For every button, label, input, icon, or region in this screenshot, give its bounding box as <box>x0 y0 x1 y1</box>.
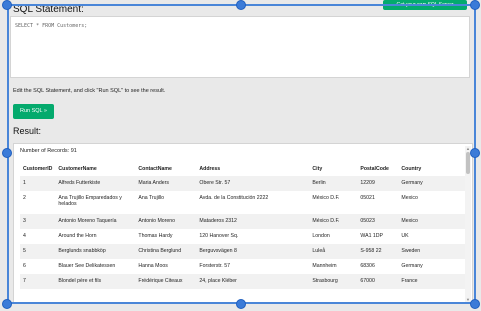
table-cell: 4 <box>23 233 26 239</box>
table-cell: Frédérique Citeaux <box>135 274 197 289</box>
table-cell: Germany <box>398 176 465 191</box>
table-cell: Avda. de la Constitución 2222 <box>199 195 269 201</box>
resize-handle-icon[interactable] <box>2 0 12 10</box>
column-header: PostalCode <box>360 166 389 172</box>
table-cell: Berglunds snabbköp <box>55 244 136 259</box>
table-cell: Christina Berglund <box>135 244 197 259</box>
sql-code-text[interactable]: SELECT * FROM Customers; <box>15 23 87 29</box>
table-cell: Berguvsvägen 8 <box>196 244 310 259</box>
table-cell: Hanna Moos <box>138 263 168 269</box>
column-header: CustomerName <box>58 166 97 172</box>
table-cell: Blondel père et fils <box>55 274 136 289</box>
table-cell: WA1 1DP <box>360 233 383 239</box>
resize-handle-icon[interactable] <box>470 148 480 158</box>
table-cell: 24, place Kléber <box>196 274 310 289</box>
record-count: Number of Records: 91 <box>20 148 77 154</box>
sql-statement-title: SQL Statement: <box>13 4 84 15</box>
table-row: 7 Blondel père et fils Frédérique Citeau… <box>20 274 465 289</box>
table-cell: Maria Anders <box>135 176 197 191</box>
table-cell: Germany <box>401 263 423 269</box>
resize-handle-icon[interactable] <box>470 299 480 309</box>
table-cell: Strasbourg <box>309 274 358 289</box>
table-cell: Mexico <box>401 195 418 201</box>
column-header: Country <box>401 166 422 172</box>
table-cell: Ana Trujillo <box>138 195 165 201</box>
table-row: 6 Blauer See Delikatessen Hanna Moos For… <box>20 259 465 274</box>
table-row: 4 Around the Horn Thomas Hardy 120 Hanov… <box>20 229 465 244</box>
table-cell: Antonio Moreno <box>135 214 197 229</box>
resize-handle-icon[interactable] <box>236 0 246 10</box>
table-cell: Antonio Moreno Taquería <box>55 214 136 229</box>
table-cell: 1 <box>20 176 56 191</box>
sql-tryit-window: SQL Statement: Get your own SQL Server S… <box>0 0 481 311</box>
run-sql-button[interactable]: Run SQL » <box>13 104 54 119</box>
table-cell: London <box>312 233 330 239</box>
table-cell: Mannheim <box>312 263 337 269</box>
table-cell: UK <box>401 233 409 239</box>
table-row: 1 Alfreds Futterkiste Maria Anders Obere… <box>20 176 465 191</box>
table-cell: 2 <box>23 195 26 201</box>
table-cell: México D.F. <box>312 195 340 201</box>
table-cell: 120 Hanover Sq. <box>199 233 239 239</box>
table-cell: Around the Horn <box>58 233 97 239</box>
column-header: ContactName <box>138 166 172 172</box>
result-panel: Number of Records: 91 CustomerID Custome… <box>13 143 473 303</box>
table-cell: 05021 <box>360 195 375 201</box>
table-header-row: CustomerID CustomerName ContactName Addr… <box>20 162 465 176</box>
table-cell: Berlin <box>309 176 358 191</box>
results-table: CustomerID CustomerName ContactName Addr… <box>20 162 465 289</box>
get-sql-server-button[interactable]: Get your own SQL Server <box>383 0 467 10</box>
sql-editor[interactable]: SELECT * FROM Customers; <box>10 16 470 78</box>
table-cell: France <box>398 274 465 289</box>
table-cell: 68306 <box>360 263 375 269</box>
resize-handle-icon[interactable] <box>470 0 480 10</box>
table-cell: Alfreds Futterkiste <box>55 176 136 191</box>
table-cell: 7 <box>20 274 56 289</box>
table-cell: Luleå <box>309 244 358 259</box>
result-scrollbar[interactable]: ▲ ▼ <box>465 146 471 302</box>
table-cell: 6 <box>23 263 26 269</box>
table-cell: S-958 22 <box>357 244 399 259</box>
column-header: City <box>312 166 323 172</box>
table-cell: 05023 <box>357 214 399 229</box>
instruction-text: Edit the SQL Statement, and click "Run S… <box>13 88 166 94</box>
scroll-thumb[interactable] <box>466 152 470 174</box>
table-row: 2 Ana Trujillo Emparedados y helados Ana… <box>20 191 465 214</box>
table-cell: 5 <box>20 244 56 259</box>
table-cell: Forsterstr. 57 <box>199 263 230 269</box>
table-cell: México D.F. <box>309 214 358 229</box>
table-cell: Thomas Hardy <box>138 233 173 239</box>
table-row: 3 Antonio Moreno Taquería Antonio Moreno… <box>20 214 465 229</box>
table-cell: Sweden <box>398 244 465 259</box>
resize-handle-icon[interactable] <box>2 299 12 309</box>
table-cell: Obere Str. 57 <box>196 176 310 191</box>
table-row: 5 Berglunds snabbköp Christina Berglund … <box>20 244 465 259</box>
table-cell: Blauer See Delikatessen <box>58 263 116 269</box>
table-cell: Mexico <box>398 214 465 229</box>
table-cell: 67000 <box>357 274 399 289</box>
table-cell: Ana Trujillo Emparedados y helados <box>58 195 122 207</box>
column-header: Address <box>199 166 221 172</box>
resize-handle-icon[interactable] <box>236 299 246 309</box>
result-title: Result: <box>13 126 42 136</box>
table-cell: 3 <box>20 214 56 229</box>
table-cell: 12209 <box>357 176 399 191</box>
resize-handle-icon[interactable] <box>2 148 12 158</box>
table-cell: Mataderos 2312 <box>196 214 310 229</box>
column-header: CustomerID <box>23 166 53 172</box>
